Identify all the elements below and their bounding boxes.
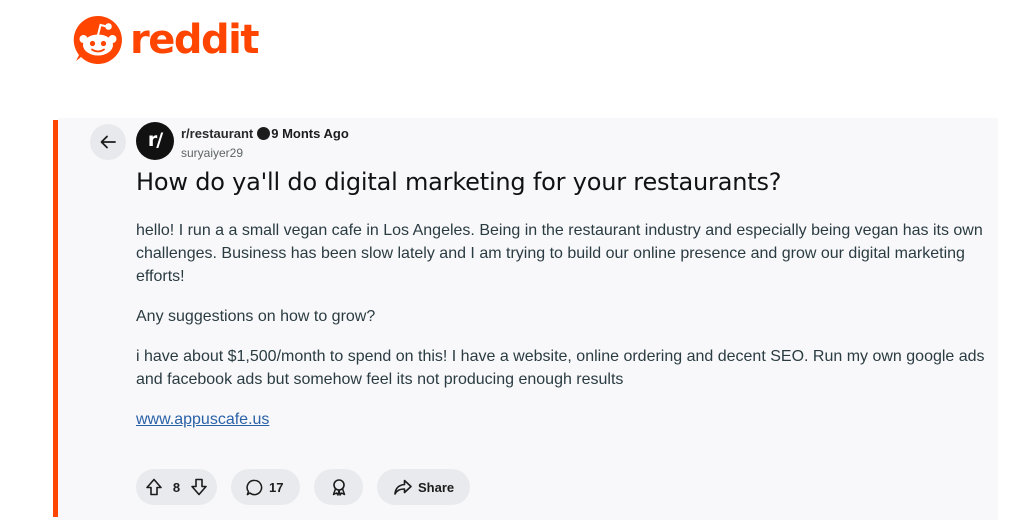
post-title: How do ya'll do digital marketing for yo…	[136, 168, 782, 196]
post-paragraph: Any suggestions on how to grow?	[136, 308, 376, 325]
post-meta: r/restaurant 9 Monts Ago	[181, 126, 349, 141]
subreddit-link[interactable]: r/restaurant	[181, 126, 253, 141]
downvote-icon[interactable]	[189, 477, 209, 497]
back-button[interactable]	[90, 124, 126, 160]
comments-button[interactable]: 17	[231, 469, 300, 505]
arrow-left-icon	[99, 133, 117, 151]
post-age: 9 Monts Ago	[271, 126, 349, 141]
share-button[interactable]: Share	[377, 469, 470, 505]
award-button[interactable]	[314, 469, 363, 505]
meta-separator-dot	[257, 127, 271, 140]
reddit-alien-icon	[72, 14, 124, 66]
post-external-link[interactable]: www.appuscafe.us	[136, 408, 269, 431]
share-arrow-icon	[393, 477, 413, 497]
upvote-icon[interactable]	[144, 477, 164, 497]
vote-control: 8	[136, 469, 217, 505]
reddit-wordmark: reddit	[130, 17, 259, 63]
comment-bubble-icon	[245, 478, 264, 497]
share-label: Share	[418, 479, 455, 495]
subreddit-avatar[interactable]: r/	[136, 122, 174, 160]
vote-count: 8	[172, 479, 181, 495]
comment-count: 17	[269, 479, 284, 495]
reddit-logo[interactable]: reddit	[72, 14, 259, 66]
award-ribbon-icon	[329, 477, 349, 497]
post-action-bar: 8 17 Share	[136, 469, 470, 505]
post-body: hello! I run a a small vegan cafe in Los…	[136, 219, 986, 431]
post-paragraph: i have about $1,500/month to spend on th…	[136, 348, 985, 388]
post-author[interactable]: suryaiyer29	[181, 146, 243, 160]
post-paragraph: hello! I run a a small vegan cafe in Los…	[136, 222, 983, 285]
